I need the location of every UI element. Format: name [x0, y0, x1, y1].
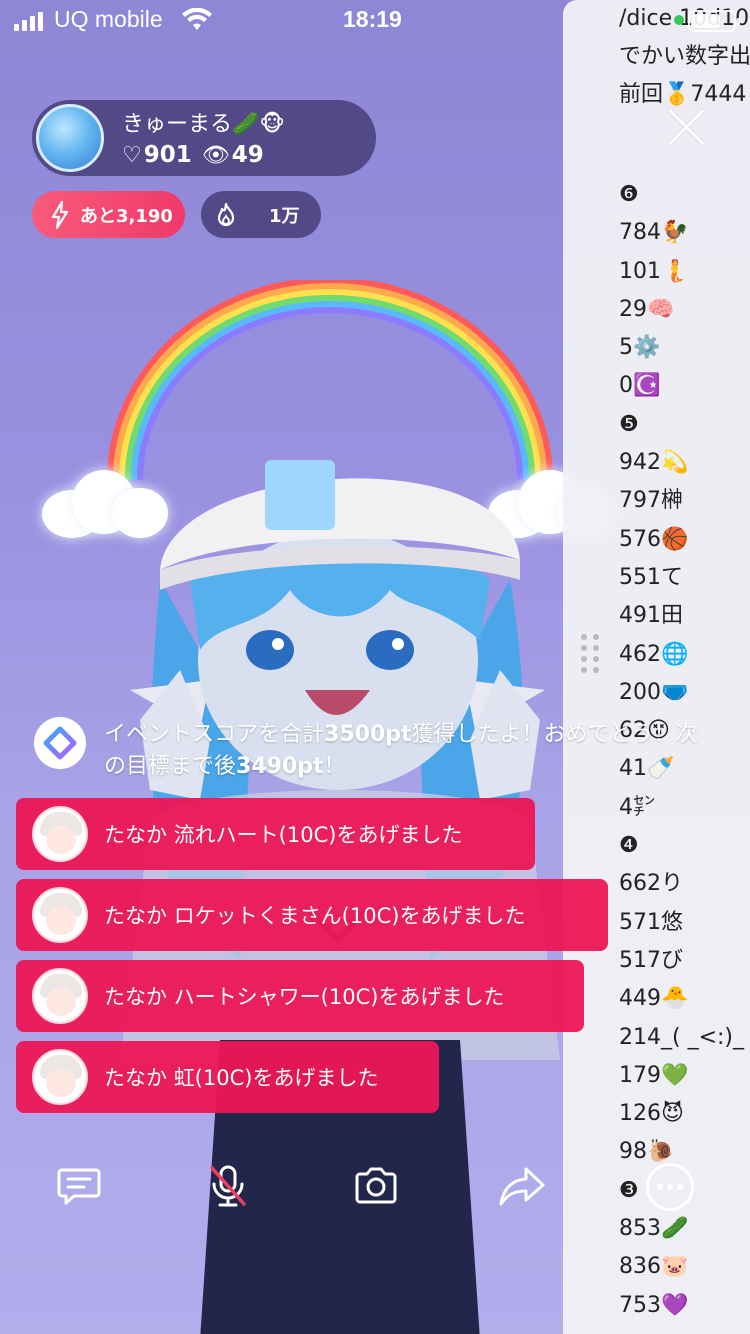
dice-result-row: 200🩲: [619, 679, 689, 705]
close-icon[interactable]: [665, 106, 707, 148]
carrier-label: UQ mobile: [54, 6, 163, 32]
lightning-icon: [51, 200, 69, 229]
dice-result-row: 797榊: [619, 488, 683, 514]
event-text-a: イベントスコアを合計: [104, 722, 325, 747]
likes-count: ♡ 901: [122, 142, 192, 168]
signal-icon: [14, 12, 43, 31]
more-icon[interactable]: [646, 1163, 694, 1211]
gift-user: たなか: [104, 823, 167, 847]
dice-result-row: ❺: [619, 411, 639, 437]
gift-user: たなか: [104, 985, 167, 1009]
ranking-label: 1万: [269, 205, 300, 227]
app-logo-icon: [34, 717, 86, 769]
gift-message[interactable]: たなか 流れハート(10C)をあげました: [16, 798, 535, 870]
dice-result-row: 517び: [619, 947, 683, 973]
camera-icon[interactable]: [352, 1162, 400, 1210]
dice-result-row: 4㌢: [619, 794, 655, 820]
gift-message[interactable]: たなか ロケットくまさん(10C)をあげました: [16, 879, 608, 951]
dice-result-row: 662り: [619, 871, 683, 897]
event-score-text: イベントスコアを合計3500pt獲得したよ！おめでとう！次の目標まで後3490p…: [104, 719, 716, 783]
event-text-c: ！: [323, 754, 346, 779]
event-score-value: 3500pt: [324, 722, 412, 747]
gift-message-text: たなか ハートシャワー(10C)をあげました: [104, 981, 518, 1011]
battery-icon: [688, 10, 740, 32]
dice-result-row: 784🐓: [619, 220, 689, 246]
avatar[interactable]: [32, 1049, 88, 1105]
dice-result-row: 576🏀: [619, 526, 689, 552]
host-name: きゅーまる🥒🐵: [122, 112, 285, 137]
gift-user: たなか: [104, 904, 167, 928]
dice-result-row: 126😈: [619, 1101, 684, 1127]
eye-icon: 👁: [201, 142, 230, 168]
clock: 18:19: [343, 6, 402, 32]
dice-results-panel[interactable]: /dice 10d100 でかい数字出 前回🥇7444 ❻ 784🐓 101🧜 29🧠…: [563, 0, 750, 1334]
dice-result-row: 836🐷: [619, 1254, 689, 1280]
gift-message[interactable]: たなか ハートシャワー(10C)をあげました: [16, 960, 584, 1032]
event-remaining-value: 3490pt: [236, 754, 324, 779]
gift-text: ロケットくまさん(10C)をあげました: [173, 904, 526, 928]
dice-result-row: 462🌐: [619, 641, 689, 667]
wifi-icon: [182, 8, 212, 30]
dice-result-row: ❹: [619, 833, 639, 859]
avatar[interactable]: [32, 806, 88, 862]
dice-result-row: 101🧜: [619, 258, 689, 284]
mic-off-icon[interactable]: [204, 1162, 252, 1210]
boost-badge[interactable]: あと3,190: [32, 191, 185, 238]
gift-user: たなか: [104, 1066, 167, 1090]
host-profile-card[interactable]: きゅーまる🥒🐵 ♡ 901 👁 49: [32, 100, 376, 176]
likes-value: 901: [143, 142, 192, 168]
gift-message-text: たなか 流れハート(10C)をあげました: [104, 819, 476, 849]
panel-header-line: でかい数字出: [619, 44, 750, 69]
avatar[interactable]: [32, 968, 88, 1024]
avatar[interactable]: [36, 104, 104, 172]
share-icon[interactable]: [498, 1162, 546, 1210]
dice-result-row: 0☪️: [619, 373, 661, 399]
dice-result-row: 753💜: [619, 1292, 689, 1318]
dice-result-row: ❻: [619, 182, 639, 207]
heart-icon: ♡: [122, 142, 142, 168]
drag-handle-icon[interactable]: [581, 634, 605, 674]
comment-icon[interactable]: [56, 1162, 104, 1210]
gift-message[interactable]: たなか 虹(10C)をあげました: [16, 1041, 439, 1113]
dice-result-row: 449🐣: [619, 986, 689, 1012]
gift-text: ハートシャワー(10C)をあげました: [173, 985, 505, 1009]
dice-result-row: 491田: [619, 603, 683, 629]
boost-label: あと3,190: [80, 205, 173, 227]
dice-result-row: 29🧠: [619, 296, 675, 322]
dice-result-row: 551て: [619, 564, 683, 590]
dice-result-row: 853🥒: [619, 1216, 689, 1242]
camera-active-indicator: [674, 15, 684, 25]
dice-result-row: 179💚: [619, 1062, 689, 1088]
gift-message-text: たなか ロケットくまさん(10C)をあげました: [104, 900, 539, 930]
dice-result-row: 214_( _<:)_: [619, 1024, 744, 1050]
flame-icon: [217, 202, 235, 226]
host-stats: ♡ 901 👁 49: [122, 142, 264, 168]
gift-text: 虹(10C)をあげました: [173, 1066, 379, 1090]
dice-result-row: 5⚙️: [619, 335, 661, 361]
dice-result-row: 942💫: [619, 450, 689, 476]
avatar[interactable]: [32, 887, 88, 943]
gift-text: 流れハート(10C)をあげました: [173, 823, 463, 847]
ranking-badge[interactable]: 1万: [201, 191, 321, 238]
dice-result-row: 571悠: [619, 909, 683, 935]
viewers-value: 49: [231, 142, 264, 168]
viewers-count: 👁 49: [202, 142, 264, 168]
gift-message-text: たなか 虹(10C)をあげました: [104, 1062, 392, 1092]
